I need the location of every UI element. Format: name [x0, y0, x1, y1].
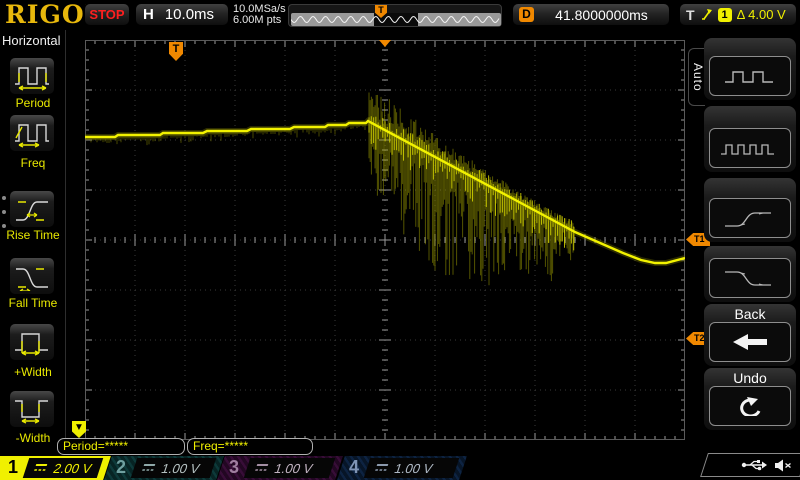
measure-fall-time-label: Fall Time	[8, 296, 58, 310]
channel-1-scale: 2.00 V	[51, 460, 95, 476]
back-label: Back	[734, 306, 766, 322]
right-menu-tab-auto: Auto	[688, 48, 705, 106]
undo-arrow-icon	[740, 397, 761, 416]
dc-coupling-icon	[255, 464, 269, 471]
left-menu-panel: Horizontal Period Freq Rise Time Fall Ti…	[0, 30, 66, 455]
freq-readout: Freq=*****	[187, 438, 313, 455]
channel-1-number: 1	[8, 457, 19, 477]
menu-scroll-dot	[2, 210, 6, 214]
channel-4-scale: 1.00 V	[392, 460, 436, 476]
channel-4-badge[interactable]: 4 1.00 V	[337, 456, 467, 480]
measure-pos-width-label: +Width	[14, 365, 52, 379]
waveform-canvas	[85, 40, 686, 440]
channel-3-scale: 1.00 V	[272, 460, 316, 476]
plus-width-icon	[15, 333, 48, 356]
softkey-falling-ramp[interactable]	[704, 246, 796, 302]
dc-coupling-icon	[142, 464, 156, 471]
softkey-multi-pulse[interactable]	[704, 106, 796, 172]
dc-coupling-icon	[375, 464, 389, 471]
memory-position-strip[interactable]: T	[288, 4, 502, 27]
horizontal-timebase-box[interactable]: H 10.0ms	[135, 3, 229, 26]
back-arrow-icon	[733, 334, 767, 350]
period-readout: Period=*****	[57, 438, 185, 455]
measure-period-label: Period	[15, 96, 51, 110]
left-menu-title: Horizontal	[2, 33, 61, 48]
undo-label: Undo	[733, 370, 767, 386]
delay-value: 41.8000000ms	[555, 6, 648, 23]
softkey-square-wave[interactable]	[704, 38, 796, 100]
period-icon	[15, 67, 49, 91]
oscilloscope-screen: RIGOL STOP H 10.0ms 10.0MSa/s 6.00M pts …	[0, 0, 800, 480]
dc-coupling-icon	[34, 464, 48, 471]
fall-time-icon	[16, 268, 48, 291]
memory-depth: 6.00M pts	[233, 14, 282, 26]
channel-1-badge[interactable]: 1 2.00 V	[0, 456, 111, 480]
freq-icon	[15, 124, 49, 148]
stop-label: STOP	[89, 7, 125, 22]
measure-rise-time-button[interactable]	[9, 190, 55, 228]
channel-3-number: 3	[229, 457, 240, 477]
square-wave-icon	[725, 71, 773, 83]
system-status-box	[700, 453, 800, 477]
softkey-undo[interactable]: Undo	[704, 368, 796, 430]
run-stop-status[interactable]: STOP	[84, 3, 130, 26]
measure-fall-time-button[interactable]	[9, 257, 55, 295]
softkey-rising-ramp[interactable]	[704, 178, 796, 242]
rising-edge-trigger-icon	[701, 8, 712, 20]
trigger-level-value: Δ 4.00 V	[736, 7, 786, 22]
acquisition-readout: 10.0MSa/s 6.00M pts	[233, 4, 286, 26]
delay-reference-marker	[379, 40, 391, 47]
trigger-source-badge: 1	[717, 7, 732, 22]
trigger-readout-box[interactable]: T 1 Δ 4.00 V	[679, 3, 797, 26]
channel-2-number: 2	[116, 457, 127, 477]
minus-width-icon	[15, 400, 48, 424]
channel-4-number: 4	[349, 457, 360, 477]
multi-pulse-icon	[721, 144, 774, 155]
measure-freq-button[interactable]	[9, 114, 55, 152]
delay-readout-box[interactable]: D 41.8000000ms	[512, 3, 670, 26]
waveform-display: T	[85, 40, 686, 440]
usb-icon	[741, 460, 767, 471]
menu-scroll-dot	[2, 196, 6, 200]
d-badge: D	[519, 7, 534, 22]
t-badge: T	[686, 6, 695, 23]
rising-ramp-icon	[725, 212, 771, 227]
timebase-value: 10.0ms	[164, 6, 215, 23]
softkey-back[interactable]: Back	[704, 304, 796, 366]
measure-freq-label: Freq	[20, 156, 46, 170]
measure-rise-time-label: Rise Time	[6, 228, 60, 242]
memory-waveform-preview	[291, 13, 501, 26]
ch1-offset-flag[interactable]: ▼	[72, 421, 86, 438]
rise-time-icon	[16, 201, 48, 221]
h-badge: H	[143, 6, 154, 23]
speaker-muted-icon	[775, 459, 791, 471]
channel-2-badge[interactable]: 2 1.00 V	[104, 456, 224, 480]
falling-ramp-icon	[725, 271, 771, 286]
measure-neg-width-button[interactable]	[9, 390, 55, 428]
measure-period-button[interactable]	[9, 57, 55, 95]
channel-3-badge[interactable]: 3 1.00 V	[217, 456, 343, 480]
channel-2-scale: 1.00 V	[159, 460, 203, 476]
measure-pos-width-button[interactable]	[9, 323, 55, 361]
